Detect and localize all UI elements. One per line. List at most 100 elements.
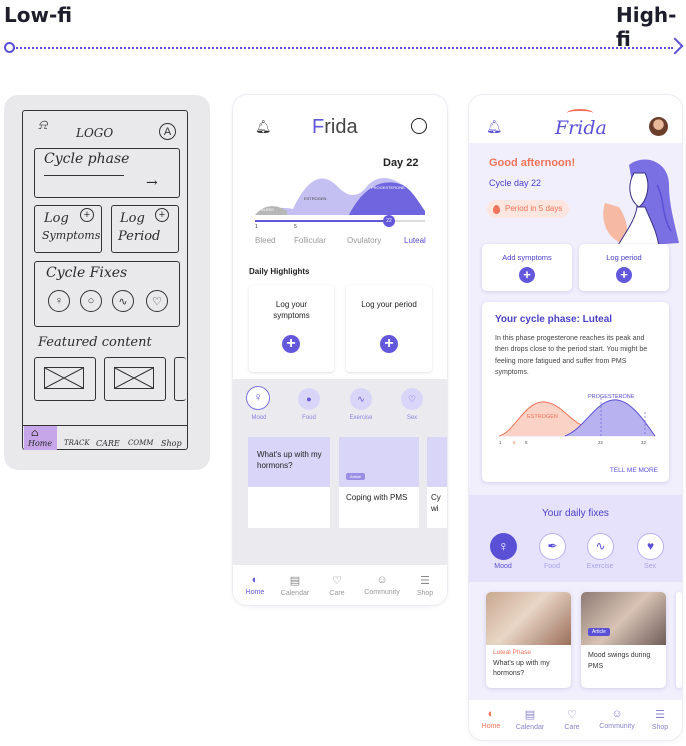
lowfi-log-symptoms-l2: Symptoms bbox=[42, 229, 101, 242]
calendar-icon: ▤ bbox=[289, 575, 301, 587]
lowfi-home-icon: ⌂ bbox=[31, 428, 39, 439]
food-icon[interactable]: ● bbox=[298, 388, 320, 410]
midfi-nav-home[interactable]: ◐ Home bbox=[235, 574, 275, 596]
lowfi-cycle-fixes-label: Cycle Fixes bbox=[46, 265, 128, 281]
add-period-button[interactable]: + bbox=[380, 335, 398, 353]
midfi-log-symptoms-card[interactable]: Log your symptoms + bbox=[249, 285, 334, 372]
drop-icon bbox=[493, 205, 500, 214]
midfi-phase-follicular: Follicular bbox=[294, 236, 327, 245]
hifi-axis-1: 1 bbox=[499, 440, 502, 445]
midfi-hormone-chart: BLEED ESTROGEN PROGESTERONE bbox=[255, 177, 425, 215]
avatar[interactable] bbox=[649, 117, 668, 136]
hifi-woman-illustration bbox=[603, 159, 679, 248]
midfi-nav-care[interactable]: ♡ Care bbox=[317, 574, 357, 597]
nav-care-label: Care bbox=[329, 590, 345, 597]
lowfi-featured-image bbox=[174, 357, 186, 401]
sex-icon[interactable]: ♡ bbox=[401, 388, 423, 410]
midfi-daily-highlights: Daily Highlights bbox=[249, 267, 310, 276]
midfi-fix-mood: Mood bbox=[251, 415, 267, 421]
hifi-nav-shop[interactable]: ☰ Shop bbox=[640, 708, 680, 731]
hifi-daily-fixes-title: Your daily fixes bbox=[542, 508, 609, 519]
midfi-logo: Frida bbox=[312, 116, 358, 138]
lowfi-cycle-phase-label: Cycle phase bbox=[44, 151, 130, 167]
sex-icon[interactable]: ♥ bbox=[637, 533, 664, 560]
midfi-slider-fill bbox=[255, 220, 385, 222]
log-period-button[interactable]: + bbox=[616, 267, 632, 283]
arrow-start-circle bbox=[4, 42, 15, 53]
hifi-cycle-phase-card: Your cycle phase: Luteal In this phase p… bbox=[482, 302, 669, 482]
lowfi-featured-label: Featured content bbox=[38, 335, 152, 350]
hifi-article-card[interactable] bbox=[676, 592, 682, 688]
hifi-nav-community[interactable]: ☺ Community bbox=[597, 708, 637, 730]
midfi-article2-title: Coping with PMS bbox=[346, 493, 408, 502]
hifi-article1-tag: Luteal Phase bbox=[493, 649, 531, 656]
exercise-icon[interactable]: ∿ bbox=[350, 388, 372, 410]
midfi-slider-mark: 5 bbox=[294, 224, 297, 230]
community-icon: ☺ bbox=[611, 708, 623, 720]
bell-icon[interactable]: 🔔︎ bbox=[255, 119, 272, 135]
nav-community-label: Community bbox=[364, 589, 400, 596]
exercise-icon[interactable]: ∿ bbox=[587, 533, 614, 560]
hifi-bottom-nav: ◐ Home ▤ Calendar ♡ Care ☺ Community ☰ Shop bbox=[469, 700, 682, 740]
midfi-bleed-small: BLEED bbox=[261, 207, 274, 212]
food-icon[interactable]: ✒︎ bbox=[539, 533, 566, 560]
hifi-article-card[interactable]: Article Mood swings during PMS bbox=[581, 592, 666, 688]
midfi-log-period-card[interactable]: Log your period + bbox=[346, 285, 432, 372]
mood-icon[interactable]: ♀ bbox=[490, 533, 517, 560]
calendar-icon: ▤ bbox=[524, 709, 536, 721]
hifi-logo: Frida bbox=[555, 117, 607, 139]
home-icon: ◐ bbox=[251, 574, 259, 586]
midfi-article-card[interactable]: What's up with my hormons? bbox=[248, 437, 330, 528]
midfi-log-symptoms-label: Log your symptoms bbox=[273, 300, 310, 320]
midfi-phone: 🔔︎ Frida Day 22 BLEED ESTROGEN PROGESTER… bbox=[233, 95, 447, 605]
add-symptoms-button[interactable]: + bbox=[519, 267, 535, 283]
hifi-add-symptoms-label: Add symptoms bbox=[502, 253, 552, 262]
lowfi-log-symptoms-l1: Log bbox=[44, 211, 69, 226]
hifi-cycle-day: Cycle day 22 bbox=[489, 178, 542, 188]
lowfi-plus-icon: + bbox=[80, 208, 94, 222]
hifi-add-symptoms-card[interactable]: Add symptoms + bbox=[482, 244, 572, 291]
nav-home-label: Home bbox=[481, 723, 501, 730]
lowfi-avatar: A bbox=[159, 123, 176, 140]
midfi-nav-community[interactable]: ☺ Community bbox=[362, 574, 402, 596]
hifi-nav-care[interactable]: ♡ Care bbox=[552, 708, 592, 731]
lowfi-image-placeholder-icon bbox=[44, 367, 84, 389]
midfi-article-badge: Article bbox=[346, 473, 366, 480]
midfi-article-card[interactable]: Cy wi bbox=[427, 437, 447, 528]
add-symptoms-button[interactable]: + bbox=[282, 335, 300, 353]
bell-icon[interactable]: 🔔︎ bbox=[486, 119, 503, 135]
hifi-logo-swirl-icon bbox=[567, 109, 593, 117]
hifi-article1-title: What's up with my hormons? bbox=[493, 660, 550, 677]
community-icon: ☺ bbox=[376, 574, 388, 586]
lowfi-image-placeholder-icon bbox=[114, 367, 154, 389]
lowfi-nav-comm: COMM bbox=[128, 439, 154, 447]
profile-icon[interactable] bbox=[411, 118, 427, 134]
lowfi-sex-icon: ♡ bbox=[146, 290, 168, 312]
hifi-phase-text: In this phase progesterone reaches its p… bbox=[495, 335, 648, 377]
midfi-article1-title: What's up with my hormons? bbox=[257, 450, 322, 470]
hifi-axis-5: 5 bbox=[525, 440, 528, 445]
nav-calendar-label: Calendar bbox=[515, 724, 545, 731]
mood-icon[interactable]: ♀ bbox=[246, 386, 270, 410]
midfi-article-card[interactable]: Article Coping with PMS bbox=[339, 437, 419, 528]
lowfi-food-icon: ○ bbox=[80, 290, 102, 312]
nav-community-label: Community bbox=[599, 723, 635, 730]
hifi-phone: 🔔︎ Frida Good afternoon! Cycle day 22 Pe… bbox=[469, 95, 682, 740]
lowfi-sketch: ⍾ LOGO A Cycle phase → Log Symptoms + Lo… bbox=[4, 95, 210, 470]
hifi-nav-calendar[interactable]: ▤ Calendar bbox=[510, 708, 550, 731]
cart-icon: ☰ bbox=[420, 575, 430, 587]
hifi-log-period-card[interactable]: Log period + bbox=[579, 244, 669, 291]
care-icon: ♡ bbox=[567, 709, 577, 721]
hifi-phase-title: Your cycle phase: Luteal bbox=[495, 314, 613, 325]
midfi-nav-shop[interactable]: ☰ Shop bbox=[405, 574, 445, 597]
midfi-slider-handle[interactable]: 22 bbox=[383, 215, 395, 227]
cart-icon: ☰ bbox=[655, 709, 665, 721]
midfi-slider-start: 1 bbox=[255, 224, 258, 230]
midfi-fix-exercise: Exercise bbox=[349, 415, 373, 421]
hifi-article-card[interactable]: Luteal Phase What's up with my hormons? bbox=[486, 592, 571, 688]
midfi-nav-calendar[interactable]: ▤ Calendar bbox=[275, 574, 315, 597]
hifi-greeting: Good afternoon! bbox=[489, 157, 576, 169]
tell-me-more-link[interactable]: TELL ME MORE bbox=[592, 467, 658, 474]
hifi-nav-home[interactable]: ◐ Home bbox=[471, 708, 511, 730]
nav-care-label: Care bbox=[564, 724, 580, 731]
